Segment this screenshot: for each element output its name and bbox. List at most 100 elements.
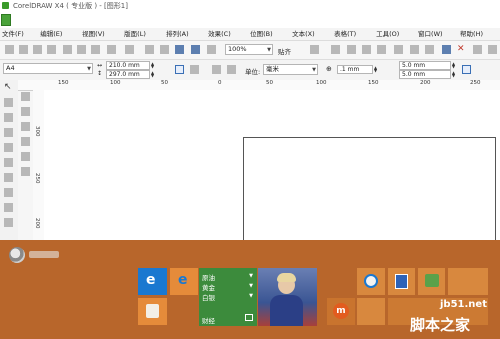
treat-as-filled-icon[interactable] (462, 65, 471, 74)
finance-tile-label: 财经 (202, 317, 215, 325)
group-icon[interactable] (362, 45, 371, 54)
undo-icon[interactable] (107, 45, 116, 54)
menu-help[interactable]: 帮助(H) (458, 28, 500, 40)
document-icon[interactable] (1, 14, 11, 26)
symbol-icon[interactable] (331, 45, 340, 54)
ruler-label: 150 (58, 80, 69, 86)
shape-flyout-icon[interactable] (21, 92, 30, 101)
cut-icon[interactable] (63, 45, 72, 54)
finance-row-label: 黄金 (202, 284, 215, 292)
menu-window[interactable]: 窗口(W) (416, 28, 458, 40)
menu-file[interactable]: 文件(F) (0, 28, 38, 40)
align-icon[interactable] (347, 45, 356, 54)
height-spinner[interactable]: ▲ ▼ (151, 71, 155, 78)
nudge-spinner[interactable]: ▲ ▼ (374, 66, 378, 73)
eyedropper-tool-icon[interactable] (21, 137, 30, 146)
menu-tools[interactable]: 工具(O) (374, 28, 416, 40)
landscape-icon[interactable] (190, 65, 199, 74)
duplicate-y-spinner[interactable]: ▲ ▼ (452, 71, 456, 78)
app-tile[interactable] (357, 268, 385, 295)
arrow-down-icon: ▼ (249, 273, 253, 279)
user-name[interactable] (29, 251, 59, 258)
crop-tool-icon[interactable] (4, 113, 13, 122)
ungroup-icon[interactable] (377, 45, 386, 54)
units-value: 毫米 (266, 65, 279, 73)
more-icon[interactable] (488, 45, 497, 54)
duplicate-x-spinner[interactable]: ▲ ▼ (452, 62, 456, 69)
toolbox-secondary-column (18, 90, 33, 240)
menu-bitmaps[interactable]: 位图(B) (248, 28, 290, 40)
interactive-flyout-icon[interactable] (21, 122, 30, 131)
avatar[interactable] (9, 247, 25, 263)
nudge-field[interactable]: .1 mm (337, 65, 373, 74)
app-tile[interactable] (388, 268, 415, 295)
width-spinner[interactable]: ▲ ▼ (151, 62, 155, 69)
pick-tool-icon[interactable]: ↖ (4, 83, 13, 92)
import-icon[interactable] (145, 45, 154, 54)
save-icon[interactable] (33, 45, 42, 54)
portrait-icon[interactable] (175, 65, 184, 74)
combine-icon[interactable] (394, 45, 403, 54)
app-tile[interactable] (418, 268, 445, 295)
current-page-icon[interactable] (227, 65, 236, 74)
menu-table[interactable]: 表格(T) (332, 28, 374, 40)
corel-online-icon[interactable] (207, 45, 216, 54)
page-width-field[interactable]: 210.0 mm (106, 61, 150, 70)
close-icon[interactable]: ✕ (457, 45, 466, 54)
menu-arrange[interactable]: 排列(A) (164, 28, 206, 40)
menu-text[interactable]: 文本(X) (290, 28, 332, 40)
shape-tool-icon[interactable] (4, 98, 13, 107)
transform-flyout-icon[interactable] (21, 107, 30, 116)
copy-icon[interactable] (77, 45, 86, 54)
application-launcher-icon[interactable] (175, 45, 184, 54)
all-pages-icon[interactable] (212, 65, 221, 74)
paste-icon[interactable] (91, 45, 100, 54)
duplicate-y-field[interactable]: 5.0 mm (399, 70, 451, 79)
arrow-down-icon: ▼ (249, 283, 253, 289)
internet-explorer-tile[interactable]: e (170, 268, 198, 295)
welcome-screen-icon[interactable] (191, 45, 200, 54)
break-apart-icon[interactable] (410, 45, 419, 54)
news-photo-tile[interactable] (258, 268, 317, 326)
app-tile[interactable] (138, 298, 167, 325)
watermark-text: 脚本之家 (410, 316, 471, 334)
menu-view[interactable]: 视图(V) (80, 28, 122, 40)
smart-fill-tool-icon[interactable] (4, 158, 13, 167)
zoom-tool-icon[interactable] (4, 128, 13, 137)
print-icon[interactable] (47, 45, 56, 54)
redo-icon[interactable] (125, 45, 134, 54)
basic-shapes-tool-icon[interactable] (4, 218, 13, 227)
app-tile[interactable] (448, 268, 488, 295)
options-icon[interactable] (310, 45, 319, 54)
polygon-tool-icon[interactable] (4, 203, 13, 212)
shaping-icon[interactable] (442, 45, 451, 54)
app-tile[interactable] (357, 298, 385, 325)
fill-tool-icon[interactable] (21, 167, 30, 176)
outline-tool-icon[interactable] (21, 152, 30, 161)
convert-icon[interactable] (473, 45, 482, 54)
menu-layout[interactable]: 版面(L) (122, 28, 164, 40)
zoom-combo[interactable]: 100% ▼ (225, 44, 273, 55)
finance-tile[interactable]: 原油 ▼ 黄金 ▼ 白银 ▼ 财经 (199, 268, 257, 326)
ruler-label: 50 (161, 80, 168, 86)
ruler-label: 250 (470, 80, 481, 86)
app-tile[interactable]: m (327, 298, 355, 325)
toolbox: ↖ (0, 80, 19, 240)
order-icon[interactable] (425, 45, 434, 54)
snap-to-dropdown[interactable]: 贴齐 (278, 46, 291, 56)
page-height-field[interactable]: 297.0 mm (106, 70, 150, 79)
duplicate-x-field[interactable]: 5.0 mm (399, 61, 451, 70)
units-select[interactable]: 毫米 ▼ (263, 64, 318, 75)
ruler-label: 50 (266, 80, 273, 86)
chevron-down-icon: ▼ (87, 66, 91, 72)
export-icon[interactable] (160, 45, 169, 54)
rectangle-tool-icon[interactable] (4, 173, 13, 182)
open-icon[interactable] (19, 45, 28, 54)
ellipse-tool-icon[interactable] (4, 188, 13, 197)
edge-tile[interactable]: e (138, 268, 167, 295)
paper-size-select[interactable]: A4 ▼ (3, 63, 93, 74)
new-icon[interactable] (5, 45, 14, 54)
menu-edit[interactable]: 编辑(E) (38, 28, 80, 40)
freehand-tool-icon[interactable] (4, 143, 13, 152)
menu-effects[interactable]: 效果(C) (206, 28, 248, 40)
